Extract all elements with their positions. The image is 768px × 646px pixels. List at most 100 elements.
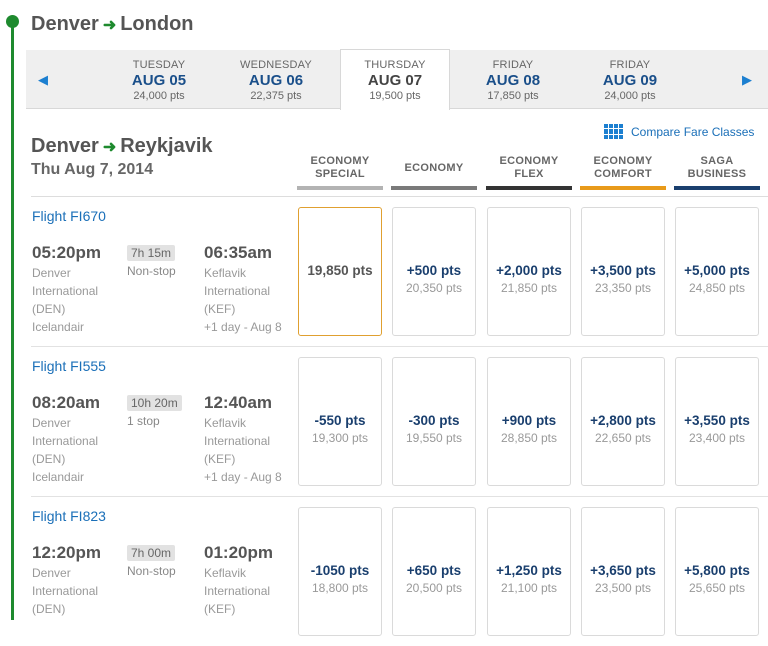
route-title: Denver ➜ London (31, 13, 194, 36)
date-tab[interactable]: WEDNESDAY AUG 06 22,375 pts (222, 50, 330, 108)
fare-class-bar (297, 186, 383, 190)
fare-class-header: ECONOMY FLEX (486, 150, 572, 190)
compare-link-label: Compare Fare Classes (631, 124, 755, 139)
fare-price: +500 pts (406, 263, 462, 278)
flight-number-link[interactable]: Flight FI670 (32, 208, 106, 224)
date-strip: ◀ TUESDAY AUG 05 24,000 pts WEDNESDAY AU… (26, 49, 768, 110)
flight-number-link[interactable]: Flight FI555 (32, 358, 106, 374)
fare-price: +5,800 pts (684, 563, 750, 578)
fare-class-header: SAGA BUSINESS (674, 150, 760, 190)
date-tab-selected[interactable]: THURSDAY AUG 07 19,500 pts (340, 49, 450, 110)
fare-class-bar (580, 186, 666, 190)
fare-class-bar (674, 186, 760, 190)
duration-badge: 7h 00m (127, 545, 176, 561)
fare-total: 19,550 pts (405, 431, 463, 445)
fare-option[interactable]: +5,000 pts 24,850 pts (675, 207, 759, 336)
fare-class-label: ECONOMY COMFORT (593, 155, 653, 180)
date-tab-date: AUG 05 (131, 72, 187, 89)
fare-price: -1050 pts (310, 563, 370, 578)
fare-option[interactable]: +500 pts 20,350 pts (392, 207, 476, 336)
date-tab-points: 17,850 pts (487, 90, 539, 102)
date-tab-day: FRIDAY (609, 59, 651, 71)
fare-option[interactable]: +2,800 pts 22,650 pts (581, 357, 665, 486)
flight-number-link[interactable]: Flight FI823 (32, 508, 106, 524)
route-origin: Denver (31, 13, 99, 35)
leg-date: Thu Aug 7, 2014 (31, 161, 154, 178)
duration-badge: 10h 20m (127, 395, 182, 411)
date-tab-points: 24,000 pts (133, 90, 185, 102)
fare-price: +2,800 pts (590, 413, 656, 428)
compare-fare-classes-link[interactable]: Compare Fare Classes (604, 124, 754, 139)
date-tab[interactable]: TUESDAY AUG 05 24,000 pts (105, 50, 213, 108)
date-tab-day: WEDNESDAY (240, 59, 312, 71)
airline-name: Icelandair (32, 470, 85, 484)
fare-total: 23,500 pts (594, 581, 652, 595)
fare-option[interactable]: -1050 pts 18,800 pts (298, 507, 382, 636)
chevron-right-icon[interactable]: ▶ (742, 72, 752, 88)
leg-title: Denver ➜ Reykjavik (31, 135, 213, 158)
fare-price: +650 pts (406, 563, 462, 578)
fare-price: +2,000 pts (496, 263, 562, 278)
fare-option[interactable]: +3,650 pts 23,500 pts (581, 507, 665, 636)
date-tab[interactable]: FRIDAY AUG 09 24,000 pts (576, 50, 684, 108)
arrival-airport: Keflavik International (KEF) (204, 566, 271, 616)
departure-time: 12:20pm (32, 543, 101, 562)
fare-class-label: ECONOMY FLEX (499, 155, 559, 180)
chevron-left-icon[interactable]: ◀ (38, 72, 48, 88)
fare-option[interactable]: +650 pts 20,500 pts (392, 507, 476, 636)
fare-class-header: ECONOMY SPECIAL (297, 150, 383, 190)
airline-name: Icelandair (32, 320, 85, 334)
fare-total: 19,300 pts (311, 431, 369, 445)
date-tab-date: AUG 06 (248, 72, 304, 89)
fare-option[interactable]: +3,550 pts 23,400 pts (675, 357, 759, 486)
fare-option[interactable]: -300 pts 19,550 pts (392, 357, 476, 486)
fare-total: 22,650 pts (594, 431, 652, 445)
fare-price: 19,850 pts (307, 263, 373, 278)
grid-icon (604, 124, 623, 139)
fare-option[interactable]: +900 pts 28,850 pts (487, 357, 571, 486)
arrow-right-icon: ➜ (102, 138, 117, 156)
date-tab-day: FRIDAY (492, 59, 534, 71)
flight-row: Flight FI555 08:20am 10h 20m 1 stop 12:4… (26, 346, 768, 496)
fare-option[interactable]: -550 pts 19,300 pts (298, 357, 382, 486)
fare-class-header: ECONOMY (391, 150, 477, 190)
fare-total: 21,100 pts (500, 581, 558, 595)
arrival-airport: Keflavik International (KEF) +1 day - Aug 8 (204, 266, 282, 334)
fare-total: 20,350 pts (405, 281, 463, 295)
date-tab[interactable]: FRIDAY AUG 08 17,850 pts (459, 50, 567, 108)
arrow-right-icon: ➜ (102, 16, 117, 34)
fare-option-selected[interactable]: 19,850 pts (298, 207, 382, 336)
fare-price: +5,000 pts (684, 263, 750, 278)
fare-price: +3,650 pts (590, 563, 656, 578)
fare-total: 24,850 pts (688, 281, 746, 295)
duration-badge: 7h 15m (127, 245, 176, 261)
fare-total: 21,850 pts (500, 281, 558, 295)
timeline-dot (6, 15, 19, 28)
date-tab-date: AUG 09 (602, 72, 658, 89)
fare-option[interactable]: +3,500 pts 23,350 pts (581, 207, 665, 336)
stops-label: Non-stop (127, 264, 176, 278)
fare-option[interactable]: +5,800 pts 25,650 pts (675, 507, 759, 636)
fare-total: 18,800 pts (311, 581, 369, 595)
fare-total: 23,350 pts (594, 281, 652, 295)
fare-price: +3,550 pts (684, 413, 750, 428)
date-tab-points: 19,500 pts (369, 90, 421, 102)
fare-total: 28,850 pts (500, 431, 558, 445)
fare-total: 23,400 pts (688, 431, 746, 445)
stops-label: Non-stop (127, 564, 176, 578)
fare-price: +900 pts (501, 413, 557, 428)
departure-time: 05:20pm (32, 243, 101, 262)
arrival-time: 12:40am (204, 393, 273, 412)
arrival-airport: Keflavik International (KEF) +1 day - Aug 8 (204, 416, 282, 484)
date-tab-date: AUG 08 (485, 72, 541, 89)
departure-airport: Denver International (DEN) Icelandair (32, 264, 122, 336)
date-tab-day: TUESDAY (132, 59, 186, 71)
fare-class-bar (391, 186, 477, 190)
flight-row: Flight FI823 12:20pm 7h 00m Non-stop 01:… (26, 496, 768, 646)
leg-origin: Denver (31, 135, 99, 157)
fare-option[interactable]: +2,000 pts 21,850 pts (487, 207, 571, 336)
fare-option[interactable]: +1,250 pts 21,100 pts (487, 507, 571, 636)
fare-class-label: SAGA BUSINESS (687, 155, 747, 180)
fare-total: 25,650 pts (688, 581, 746, 595)
timeline-line (11, 20, 14, 620)
